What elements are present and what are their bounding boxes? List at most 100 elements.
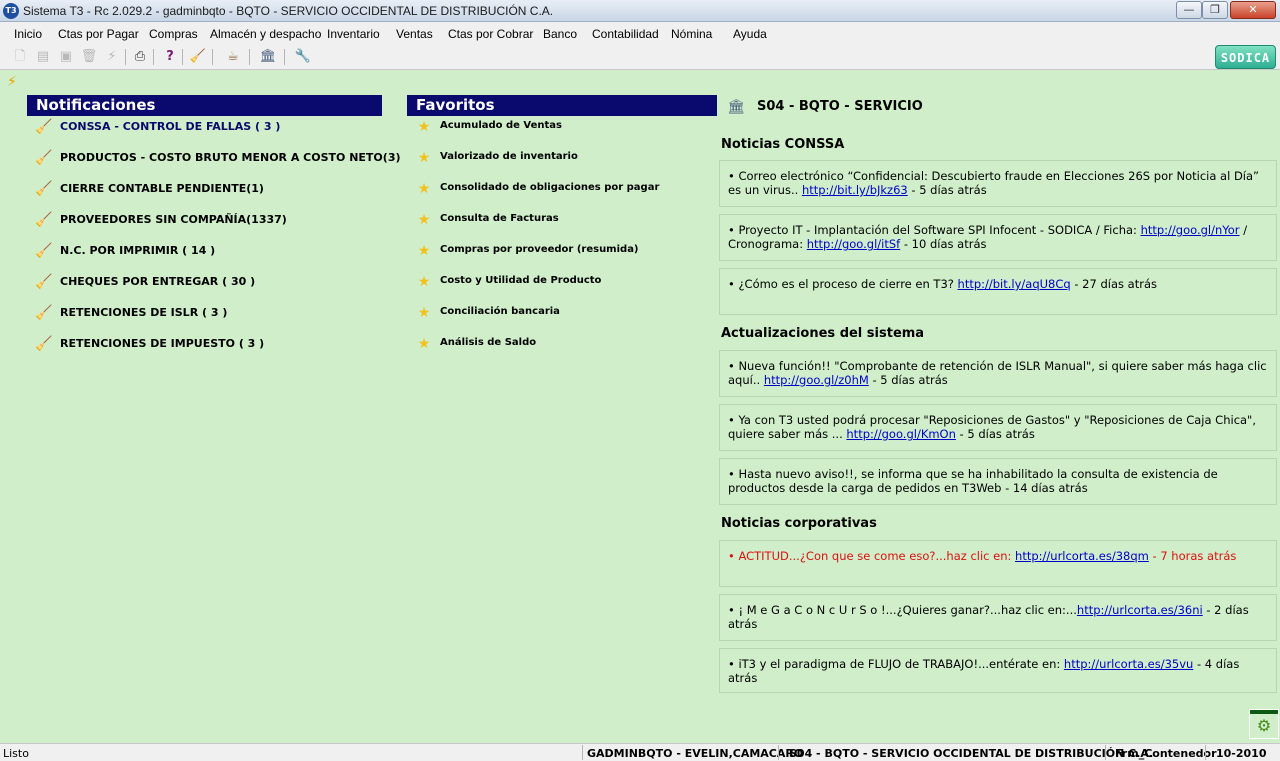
- notification-label: RETENCIONES DE ISLR ( 3 ): [60, 306, 228, 319]
- favorite-item[interactable]: ★ Consolidado de obligaciones por pagar: [415, 180, 710, 198]
- status-period: 10-2010: [1216, 747, 1267, 760]
- print-icon[interactable]: ⎙: [131, 48, 149, 66]
- star-icon: ★: [417, 274, 431, 290]
- notification-item[interactable]: 🧹 CONSSA - CONTROL DE FALLAS ( 3 ): [35, 118, 375, 136]
- news-item: • Hasta nuevo aviso!!, se informa que se…: [719, 458, 1277, 505]
- favorite-item[interactable]: ★ Valorizado de inventario: [415, 149, 710, 167]
- status-divider: [1105, 745, 1106, 760]
- coffee-icon[interactable]: ☕: [224, 48, 242, 66]
- menu-ctas-por-pagar[interactable]: Ctas por Pagar: [58, 27, 139, 41]
- star-icon: ★: [417, 119, 431, 135]
- favorite-item[interactable]: ★ Costo y Utilidad de Producto: [415, 273, 710, 291]
- delete-icon[interactable]: 🗑: [80, 48, 98, 66]
- tools-icon[interactable]: 🔧: [294, 48, 312, 66]
- notification-item[interactable]: 🧹 CHEQUES POR ENTREGAR ( 30 ): [35, 273, 375, 291]
- notification-item[interactable]: 🧹 RETENCIONES DE IMPUESTO ( 3 ): [35, 335, 375, 353]
- menu-ventas[interactable]: Ventas: [396, 27, 433, 41]
- news-age: - 5 días atrás: [955, 427, 1035, 441]
- star-icon: ★: [417, 181, 431, 197]
- broom-icon: 🧹: [35, 150, 53, 166]
- star-icon: ★: [417, 212, 431, 228]
- menu-ayuda[interactable]: Ayuda: [733, 27, 767, 41]
- notification-item[interactable]: 🧹 RETENCIONES DE ISLR ( 3 ): [35, 304, 375, 322]
- close-button[interactable]: ✕: [1230, 1, 1276, 19]
- status-bar: Listo GADMINBQTO - EVELIN,CAMACARO S04 -…: [0, 743, 1280, 761]
- news-link[interactable]: http://urlcorta.es/38qm: [1015, 549, 1149, 563]
- news-link[interactable]: http://bit.ly/aqU8Cq: [958, 277, 1071, 291]
- status-ready: Listo: [3, 747, 29, 760]
- menu-nomina[interactable]: Nómina: [671, 27, 712, 41]
- star-icon: ★: [417, 243, 431, 259]
- menu-compras[interactable]: Compras: [149, 27, 198, 41]
- app-logo-icon: T3: [3, 3, 19, 19]
- broom-icon: 🧹: [35, 119, 53, 135]
- favorite-label: Conciliación bancaria: [440, 306, 560, 317]
- notification-label: PROVEEDORES SIN COMPAÑÍA(1337): [60, 213, 287, 226]
- notification-item[interactable]: 🧹 CIERRE CONTABLE PENDIENTE(1): [35, 180, 375, 198]
- notification-label: PRODUCTOS - COSTO BRUTO MENOR A COSTO NE…: [60, 151, 401, 164]
- toolbar-separator: [125, 49, 126, 65]
- news-link[interactable]: http://bit.ly/bJkz63: [802, 183, 908, 197]
- gear-icon: ⚙: [1256, 716, 1272, 735]
- favorite-label: Consulta de Facturas: [440, 213, 559, 224]
- news-text: • ACTITUD...¿Con que se come eso?...haz …: [728, 549, 1016, 563]
- news-link[interactable]: http://goo.gl/z0hM: [764, 373, 869, 387]
- corner-widget[interactable]: ⚙: [1249, 709, 1279, 739]
- notification-item[interactable]: 🧹 N.C. POR IMPRIMIR ( 14 ): [35, 242, 375, 260]
- window-title: Sistema T3 - Rc 2.029.2 - gadminbqto - B…: [23, 4, 554, 18]
- menu-contabilidad[interactable]: Contabilidad: [592, 27, 659, 41]
- favorite-label: Consolidado de obligaciones por pagar: [440, 182, 660, 193]
- lightning-icon[interactable]: ⚡: [7, 74, 21, 90]
- broom-icon[interactable]: 🧹: [189, 48, 207, 66]
- menu-banco[interactable]: Banco: [543, 27, 577, 41]
- status-divider: [1205, 745, 1206, 760]
- news-link[interactable]: http://goo.gl/KmOn: [846, 427, 956, 441]
- news-age: - 10 días atrás: [900, 237, 987, 251]
- favorite-item[interactable]: ★ Análisis de Saldo: [415, 335, 710, 353]
- notification-label: CONSSA - CONTROL DE FALLAS ( 3 ): [60, 120, 281, 133]
- news-age: - 27 días atrás: [1070, 277, 1157, 291]
- news-text: • Proyecto IT - Implantación del Softwar…: [728, 223, 1141, 237]
- broom-icon: 🧹: [35, 336, 53, 352]
- news-link[interactable]: http://urlcorta.es/35vu: [1064, 657, 1193, 671]
- news-text: • iT3 y el paradigma de FLUJO de TRABAJO…: [728, 657, 1064, 671]
- news-age: - 7 horas atrás: [1148, 549, 1237, 563]
- favorite-label: Compras por proveedor (resumida): [440, 244, 639, 255]
- section-title-updates: Actualizaciones del sistema: [721, 326, 925, 341]
- help-icon[interactable]: ?: [161, 48, 179, 66]
- menu-almacen[interactable]: Almacén y despacho: [210, 27, 321, 41]
- bank-icon[interactable]: 🏛: [259, 48, 277, 66]
- notification-label: CIERRE CONTABLE PENDIENTE(1): [60, 182, 264, 195]
- notification-item[interactable]: 🧹 PROVEEDORES SIN COMPAÑÍA(1337): [35, 211, 375, 229]
- status-divider: [778, 745, 779, 760]
- news-item: • ¿Cómo es el proceso de cierre en T3? h…: [719, 268, 1277, 315]
- toolbar-separator: [284, 49, 285, 65]
- menu-inicio[interactable]: Inicio: [14, 27, 42, 41]
- minimize-button[interactable]: —: [1176, 1, 1202, 19]
- news-link[interactable]: http://urlcorta.es/36ni: [1077, 603, 1203, 617]
- favorite-label: Valorizado de inventario: [440, 151, 578, 162]
- news-item: • Nueva función!! "Comprobante de retenc…: [719, 350, 1277, 397]
- favorite-item[interactable]: ★ Acumulado de Ventas: [415, 118, 710, 136]
- news-link[interactable]: http://goo.gl/itSf: [807, 237, 900, 251]
- notification-item[interactable]: 🧹 PRODUCTOS - COSTO BRUTO MENOR A COSTO …: [35, 149, 400, 167]
- new-document-icon[interactable]: 🗋: [11, 48, 29, 66]
- section-title-corporate: Noticias corporativas: [721, 516, 877, 531]
- toolbar: 🗋 ▤ ▣ 🗑 ⚡ ⎙ ? 🧹 ☕ 🏛 🔧: [0, 45, 1280, 70]
- save-icon[interactable]: ▣: [57, 48, 75, 66]
- maximize-button[interactable]: ❐: [1202, 1, 1228, 19]
- broom-icon: 🧹: [35, 181, 53, 197]
- favorite-item[interactable]: ★ Consulta de Facturas: [415, 211, 710, 229]
- flash-icon[interactable]: ⚡: [103, 48, 121, 66]
- news-item: • ACTITUD...¿Con que se come eso?...haz …: [719, 540, 1277, 587]
- broom-icon: 🧹: [35, 305, 53, 321]
- news-link[interactable]: http://goo.gl/nYor: [1141, 223, 1240, 237]
- star-icon: ★: [417, 336, 431, 352]
- favorite-item[interactable]: ★ Conciliación bancaria: [415, 304, 710, 322]
- open-icon[interactable]: ▤: [34, 48, 52, 66]
- favorite-item[interactable]: ★ Compras por proveedor (resumida): [415, 242, 710, 260]
- star-icon: ★: [417, 305, 431, 321]
- company-name: S04 - BQTO - SERVICIO: [757, 99, 923, 114]
- menu-ctas-por-cobrar[interactable]: Ctas por Cobrar: [448, 27, 533, 41]
- menu-inventario[interactable]: Inventario: [327, 27, 380, 41]
